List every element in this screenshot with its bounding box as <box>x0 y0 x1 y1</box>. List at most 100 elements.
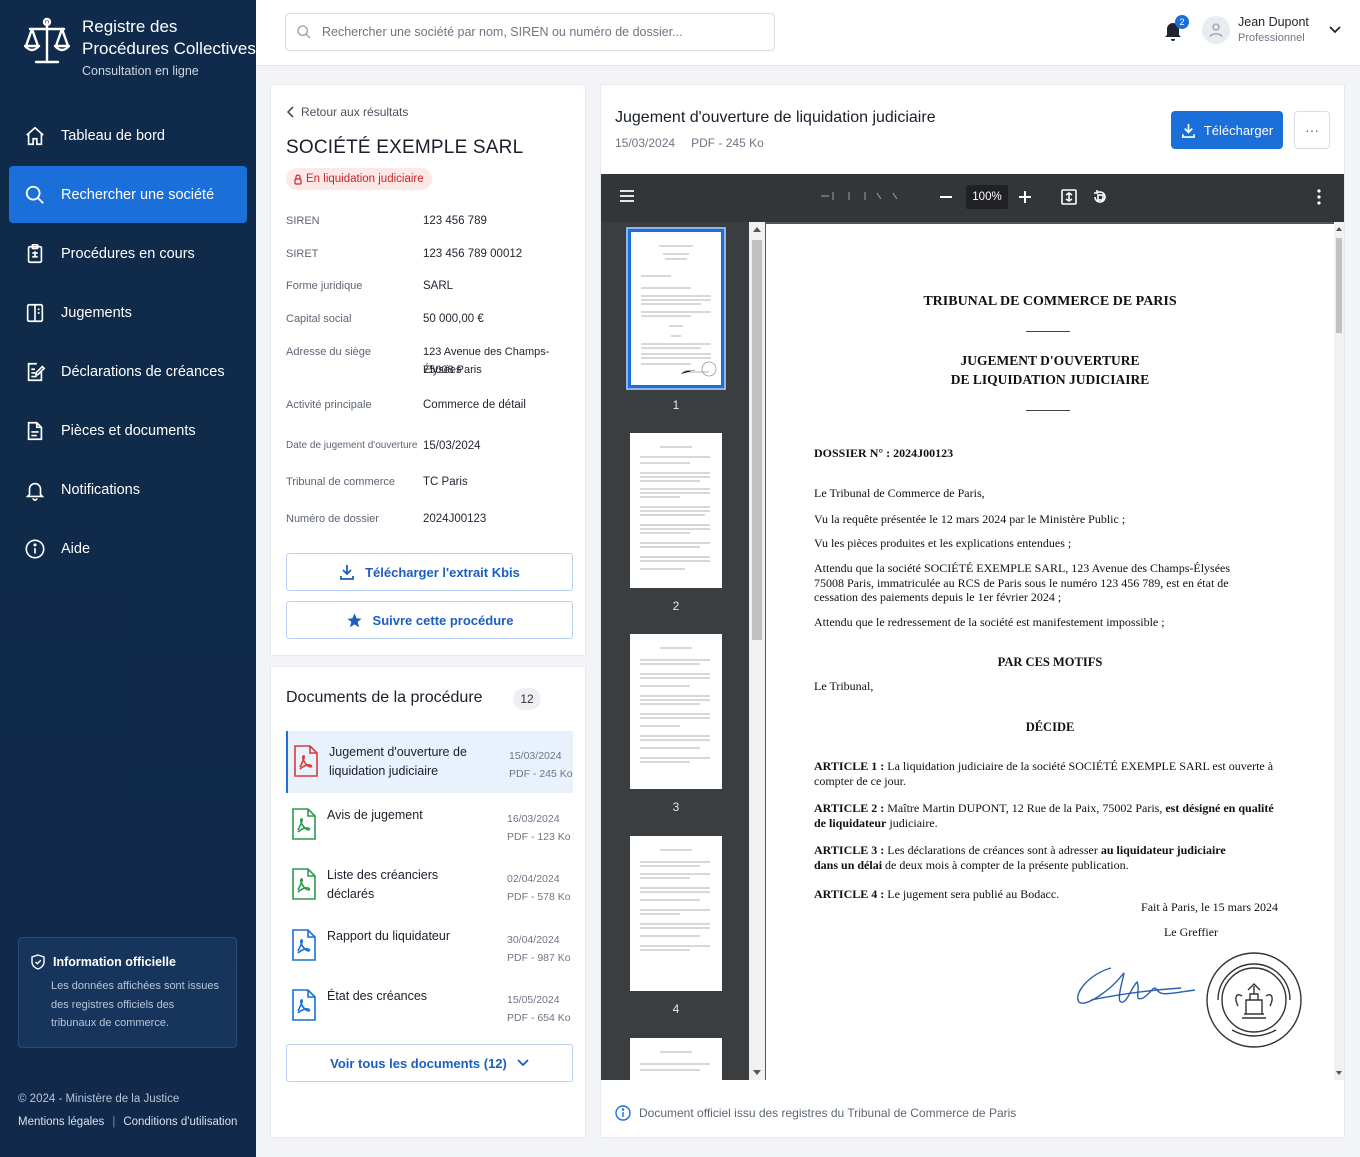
search-input[interactable] <box>322 25 762 39</box>
download-icon <box>1181 123 1196 138</box>
nav-claims[interactable]: Déclarations de créances <box>9 343 247 400</box>
documents-count-badge: 12 <box>513 688 541 710</box>
field-value-siret: 123 456 789 00012 <box>423 248 523 260</box>
pdf-line: Vu les pièces produites et les explicati… <box>814 536 1072 550</box>
thumbnail-label: 4 <box>672 1002 680 1016</box>
pdf-article-2-label: ARTICLE 2 : <box>814 801 885 815</box>
hamburger-menu-icon[interactable] <box>619 189 635 203</box>
field-label-activity: Activité principale <box>286 399 372 411</box>
pdf-divider <box>1026 331 1070 332</box>
field-value-address-city: 75008 Paris <box>423 364 482 376</box>
field-value-file-number: 2024J00123 <box>423 513 487 525</box>
zoom-in-icon[interactable] <box>1019 191 1031 203</box>
page-thumbnail[interactable] <box>630 433 722 588</box>
brand: Registre des Procédures Collectives Cons… <box>24 16 256 78</box>
page-thumbnail[interactable] <box>630 634 722 789</box>
page-thumbnail[interactable] <box>630 836 722 991</box>
document-date: 15/05/2024 PDF - 654 Ko <box>507 991 571 1027</box>
document-item[interactable]: Rapport du liquidateur 30/04/2024 PDF - 9… <box>286 915 573 977</box>
pdf-line: Le Tribunal de Commerce de Paris, <box>814 486 985 500</box>
pdf-line: Attendu que le redressement de la sociét… <box>814 615 1165 629</box>
file-icon <box>23 419 47 443</box>
nav-help[interactable]: Aide <box>9 520 247 577</box>
page-thumbnail[interactable] <box>626 227 726 390</box>
rotate-icon[interactable] <box>1092 189 1108 205</box>
brand-title-line2: Procédures Collectives <box>82 39 256 58</box>
court-seal-image <box>1204 950 1304 1050</box>
padlock-icon <box>294 173 302 185</box>
official-info-text: Les données affichées sont issues des re… <box>51 980 219 1029</box>
viewer-title: Jugement d'ouverture de liquidation judi… <box>615 109 936 126</box>
more-vertical-icon[interactable] <box>1317 189 1321 205</box>
back-to-results-link[interactable]: Retour aux résultats <box>287 105 408 119</box>
document-date: 15/03/2024 PDF - 245 Ko <box>509 747 573 783</box>
document-item[interactable]: Liste des créanciers déclarés 02/04/2024… <box>286 854 573 916</box>
download-icon <box>339 564 355 580</box>
pdf-signer: Le Greffier <box>1163 925 1219 939</box>
document-title: Avis de jugement <box>327 808 423 822</box>
terms-link[interactable]: Conditions d'utilisation <box>123 1116 237 1128</box>
notifications-button[interactable]: 2 <box>1163 15 1189 42</box>
download-button[interactable]: Télécharger <box>1171 111 1283 149</box>
follow-procedure-button[interactable]: Suivre cette procédure <box>286 601 573 639</box>
field-label-address: Adresse du siège <box>286 346 371 358</box>
pdf-article-2-end: judiciaire. <box>889 815 938 830</box>
user-menu[interactable]: Jean Dupont Professionnel <box>1202 15 1341 44</box>
fit-page-icon[interactable] <box>1061 189 1077 205</box>
official-info-title: Information officielle <box>53 955 176 969</box>
pdf-heading-line2: DE LIQUIDATION JUDICIAIRE <box>950 372 1150 387</box>
pdf-article-4-text: Le jugement sera publié au Bodacc. <box>887 887 1060 901</box>
field-label-siret: SIRET <box>286 248 319 260</box>
thumbnail-panel: 1 2 3 4 <box>601 222 751 1080</box>
shield-check-icon <box>31 954 45 970</box>
zoom-level[interactable]: 100% <box>966 185 1008 209</box>
document-title: Liste des créanciers déclarés <box>327 868 439 901</box>
document-date: 16/03/2024 PDF - 123 Ko <box>507 810 571 846</box>
document-item[interactable]: Jugement d'ouverture de liquidation judi… <box>286 731 573 793</box>
edit-document-icon <box>23 360 47 384</box>
star-icon <box>346 612 363 629</box>
thumbnail-scrollbar[interactable] <box>749 222 765 1080</box>
brand-title-line1: Registre des <box>82 17 178 36</box>
nav-dashboard[interactable]: Tableau de bord <box>9 107 247 164</box>
pdf-area: 1 2 3 4 TRIBUNAL DE COMMERCE DE PARIS JU… <box>601 222 1344 1080</box>
legal-notice-link[interactable]: Mentions légales <box>18 1116 104 1128</box>
thumbnail-label: 3 <box>672 800 680 814</box>
document-date: 02/04/2024 PDF - 578 Ko <box>507 870 571 906</box>
field-label-siren: SIREN <box>286 215 320 227</box>
search-icon <box>23 183 47 207</box>
nav-search-company-label: Rechercher une société <box>61 186 215 203</box>
document-item[interactable]: État des créances 15/05/2024 PDF - 654 Ko <box>286 975 573 1037</box>
user-role: Professionnel <box>1238 32 1305 44</box>
view-all-documents-button[interactable]: Voir tous les documents (12) <box>286 1044 573 1082</box>
zoom-out-icon[interactable] <box>940 196 952 198</box>
document-item[interactable]: Avis de jugement 16/03/2024 PDF - 123 Ko <box>286 794 573 856</box>
page-navigation-icon[interactable] <box>819 190 909 202</box>
document-size: PDF - 245 Ko <box>509 768 573 780</box>
documents-card: Documents de la procédure 12 Jugement d'… <box>270 666 586 1138</box>
thumbnail-label: 2 <box>672 599 680 613</box>
pdf-divider <box>1026 410 1070 411</box>
home-icon <box>23 124 47 148</box>
nav-notifications[interactable]: Notifications <box>9 461 247 518</box>
field-label-legal-form: Forme juridique <box>286 280 363 292</box>
pdf-line: Attendu que la société SOCIÉTÉ EXEMPLE S… <box>814 561 1231 604</box>
download-kbis-button[interactable]: Télécharger l'extrait Kbis <box>286 553 573 591</box>
page-scrollbar[interactable] <box>1334 222 1344 1080</box>
nav-search-company[interactable]: Rechercher une société <box>9 166 247 223</box>
pdf-court: TRIBUNAL DE COMMERCE DE PARIS <box>923 294 1177 309</box>
pdf-file-icon <box>292 989 316 1021</box>
nav-documents[interactable]: Pièces et documents <box>9 402 247 459</box>
status-text: En liquidation judiciaire <box>306 173 424 185</box>
nav-judgments[interactable]: Jugements <box>9 284 247 341</box>
page-thumbnail[interactable] <box>630 1038 722 1080</box>
document-date: 30/04/2024 PDF - 987 Ko <box>507 931 571 967</box>
more-options-button[interactable]: ··· <box>1294 111 1330 149</box>
pdf-page: TRIBUNAL DE COMMERCE DE PARIS JUGEMENT D… <box>766 224 1334 1080</box>
field-label-court: Tribunal de commerce <box>286 476 396 488</box>
field-value-capital: 50 000,00 € <box>423 313 484 325</box>
scales-logo-icon <box>24 16 70 78</box>
book-icon <box>23 301 47 325</box>
nav-ongoing-procedures[interactable]: Procédures en cours <box>9 225 247 282</box>
download-kbis-label: Télécharger l'extrait Kbis <box>365 564 520 580</box>
